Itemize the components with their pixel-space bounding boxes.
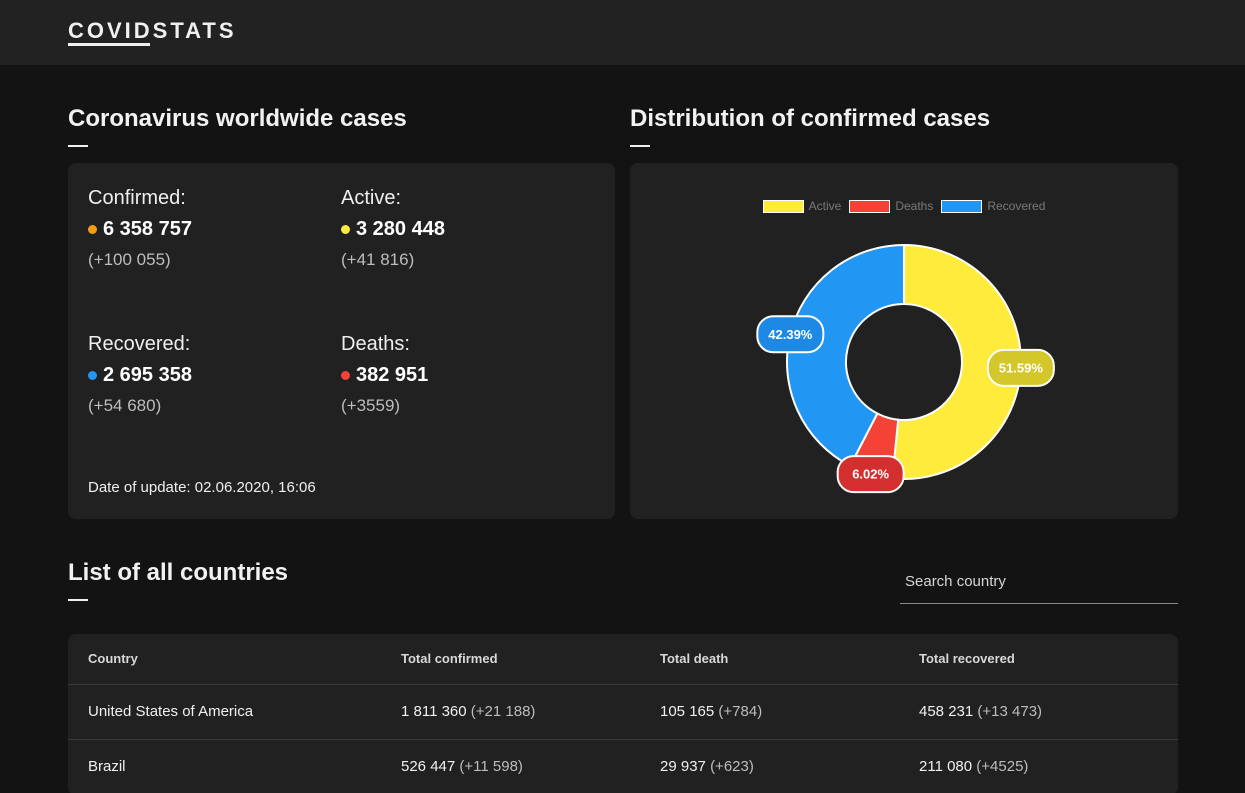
confirmed-value: 1 811 360 — [401, 703, 467, 720]
column-header-confirmed[interactable]: Total confirmed — [381, 634, 640, 685]
worldwide-title: Coronavirus worldwide cases — [68, 105, 407, 132]
recovered-value: 211 080 — [919, 758, 973, 775]
distribution-title-rule — [630, 145, 650, 147]
confirmed-dot-icon — [88, 225, 97, 234]
cell-confirmed: 1 811 360 (+21 188) — [381, 684, 640, 740]
countries-title: List of all countries — [68, 559, 289, 586]
stat-recovered-delta: (+54 680) — [88, 396, 162, 415]
stat-deaths: Deaths: 382 951 (+3559) — [341, 333, 428, 416]
stat-recovered-value-row: 2 695 358 — [88, 364, 192, 387]
recovered-delta: (+4525) — [976, 758, 1029, 775]
distribution-chart-card: Active Deaths Recovered 51.59% 6.02% 42.39… — [630, 163, 1178, 519]
recovered-dot-icon — [88, 371, 97, 380]
donut-label-text: 42.39% — [768, 327, 813, 342]
active-dot-icon — [341, 225, 350, 234]
donut-label-text: 6.02% — [852, 467, 889, 482]
stat-confirmed-delta: (+100 055) — [88, 250, 171, 269]
stat-confirmed: Confirmed: 6 358 757 (+100 055) — [88, 187, 192, 270]
table-header-row: Country Total confirmed Total death Tota… — [68, 634, 1178, 685]
cell-country: Brazil — [68, 739, 381, 793]
stat-recovered: Recovered: 2 695 358 (+54 680) — [88, 333, 192, 416]
search-box — [900, 562, 1178, 604]
stat-deaths-value: 382 951 — [356, 364, 429, 386]
worldwide-title-rule — [68, 145, 88, 147]
cell-recovered: 211 080 (+4525) — [899, 739, 1178, 793]
death-value: 105 165 — [660, 703, 715, 720]
table-row[interactable]: Brazil 526 447 (+11 598) 29 937 (+623) 2… — [68, 739, 1178, 793]
site-logo[interactable]: COVIDSTATS — [68, 18, 237, 44]
death-delta: (+623) — [710, 758, 754, 775]
cell-country: United States of America — [68, 684, 381, 740]
stat-deaths-value-row: 382 951 — [341, 364, 428, 387]
table-row[interactable]: United States of America 1 811 360 (+21 … — [68, 684, 1178, 740]
death-delta: (+784) — [718, 703, 763, 720]
countries-title-rule — [68, 599, 88, 601]
donut-label-text: 51.59% — [999, 360, 1044, 375]
confirmed-delta: (+11 598) — [459, 758, 523, 775]
deaths-dot-icon — [341, 371, 350, 380]
distribution-title: Distribution of confirmed cases — [630, 105, 991, 132]
update-date: Date of update: 02.06.2020, 16:06 — [88, 479, 316, 496]
confirmed-delta: (+21 188) — [470, 703, 536, 720]
stat-deaths-label: Deaths: — [341, 333, 410, 355]
logo-underline — [68, 43, 150, 46]
donut-label-deaths: 6.02% — [836, 455, 905, 494]
stat-active-delta: (+41 816) — [341, 250, 415, 269]
stat-recovered-label: Recovered: — [88, 333, 191, 355]
column-header-country[interactable]: Country — [68, 634, 381, 685]
donut-label-active: 51.59% — [986, 348, 1055, 387]
cell-death: 29 937 (+623) — [640, 739, 899, 793]
column-header-recovered[interactable]: Total recovered — [899, 634, 1178, 685]
stat-deaths-delta: (+3559) — [341, 396, 401, 415]
search-country-input[interactable] — [900, 562, 1178, 600]
stat-confirmed-value-row: 6 358 757 — [88, 218, 192, 241]
cell-death: 105 165 (+784) — [640, 684, 899, 740]
top-navbar: COVIDSTATS — [0, 0, 1245, 65]
stat-active: Active: 3 280 448 (+41 816) — [341, 187, 445, 270]
cell-recovered: 458 231 (+13 473) — [899, 684, 1178, 740]
worldwide-stats-card: Confirmed: 6 358 757 (+100 055) Active: … — [68, 163, 615, 519]
stat-active-label: Active: — [341, 187, 402, 209]
confirmed-value: 526 447 — [401, 758, 456, 775]
stat-active-value-row: 3 280 448 — [341, 218, 445, 241]
countries-table: Country Total confirmed Total death Tota… — [68, 634, 1178, 793]
stat-confirmed-label: Confirmed: — [88, 187, 186, 209]
donut-chart: 51.59% 6.02% 42.39% — [756, 243, 1055, 494]
recovered-delta: (+13 473) — [977, 703, 1043, 720]
donut-label-recovered: 42.39% — [756, 315, 825, 354]
column-header-death[interactable]: Total death — [640, 634, 899, 685]
stat-active-value: 3 280 448 — [356, 218, 445, 240]
stat-recovered-value: 2 695 358 — [103, 364, 192, 386]
recovered-value: 458 231 — [919, 703, 974, 720]
stat-confirmed-value: 6 358 757 — [103, 218, 192, 240]
death-value: 29 937 — [660, 758, 706, 775]
cell-confirmed: 526 447 (+11 598) — [381, 739, 640, 793]
